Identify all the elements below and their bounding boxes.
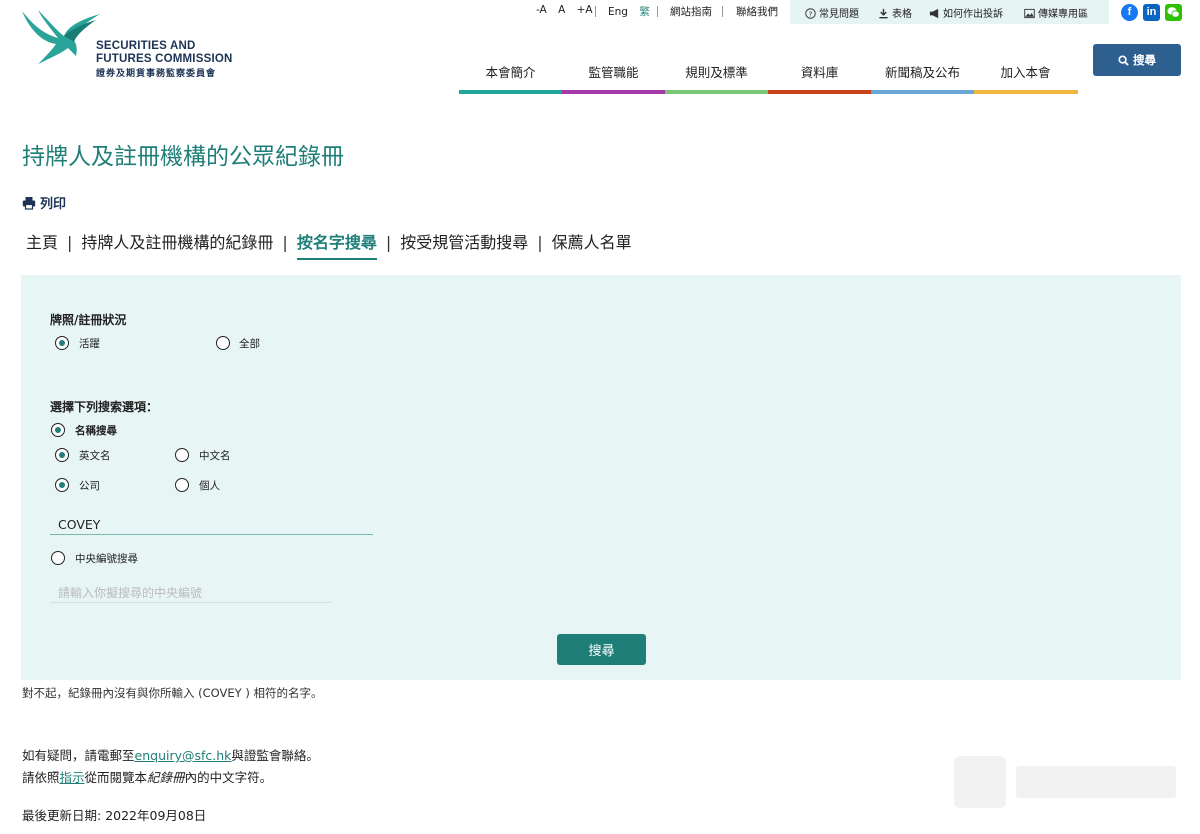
crumb-home[interactable]: 主頁	[26, 229, 58, 253]
nav-underline-regulatory	[562, 90, 666, 94]
wechat-bubbles	[1167, 7, 1180, 18]
sitemap-link[interactable]: 網站指南	[670, 4, 712, 20]
search-options-label: 選擇下列搜索選項：	[50, 400, 159, 414]
name-search-input[interactable]	[50, 515, 373, 535]
status-active-label[interactable]: 活躍	[79, 336, 100, 351]
english-name-radio[interactable]	[55, 448, 69, 462]
status-active-radio[interactable]	[55, 336, 69, 350]
no-result-message: 對不起，紀錄冊內沒有與你所輸入 (COVEY ) 相符的名字。	[22, 686, 323, 700]
nav-underline-news	[871, 90, 975, 94]
crumb-search-by-activity[interactable]: 按受規管活動搜尋	[400, 229, 528, 253]
status-all-label[interactable]: 全部	[239, 336, 260, 351]
name-search-label[interactable]: 名稱搜尋	[75, 423, 117, 438]
nav-news-announcements[interactable]: 新聞稿及公布	[871, 62, 974, 81]
contact-us-link[interactable]: 聯絡我們	[736, 4, 778, 20]
status-all-radio[interactable]	[216, 336, 230, 350]
linkedin-icon[interactable]: in	[1143, 4, 1160, 21]
english-name-label[interactable]: 英文名	[79, 448, 111, 463]
nav-underline-join	[974, 90, 1078, 94]
facebook-icon[interactable]: f	[1121, 4, 1138, 21]
guide-line: 請依照指示從而閱覽本紀錄冊內的中文字符。	[22, 770, 273, 785]
corporation-label[interactable]: 公司	[79, 478, 100, 493]
nav-databases[interactable]: 資料庫	[768, 62, 871, 81]
crumb-sponsors-list[interactable]: 保薦人名單	[552, 229, 632, 253]
watermark-logo-icon	[954, 756, 1176, 808]
contact-line: 如有疑問，請電郵至enquiry@sfc.hk與證監會聯絡。	[22, 748, 319, 763]
name-search-radio[interactable]	[51, 423, 65, 437]
image-icon	[1024, 8, 1035, 19]
individual-radio[interactable]	[175, 478, 189, 492]
language-switcher: Eng 繁	[608, 4, 650, 20]
nav-join-us[interactable]: 加入本會	[974, 62, 1077, 81]
nav-underline-databases	[768, 90, 872, 94]
page-title: 持牌人及註冊機構的公眾紀錄冊	[22, 144, 344, 170]
sfc-logo[interactable]: SECURITIES AND FUTURES COMMISSION 證券及期貨事…	[20, 8, 250, 82]
eagle-logo-icon	[22, 10, 100, 64]
question-icon: ?	[805, 8, 816, 19]
nav-underline-about	[459, 90, 563, 94]
complaints-link[interactable]: 如何作出投訴	[929, 5, 1003, 20]
chinese-name-radio[interactable]	[175, 448, 189, 462]
logo-line-1: SECURITIES AND	[96, 40, 196, 52]
media-link[interactable]: 傳媒專用區	[1024, 5, 1088, 20]
last-updated: 最後更新日期: 2022年09月08日	[22, 808, 207, 823]
divider	[722, 6, 723, 17]
ce-number-search-label[interactable]: 中央編號搜尋	[75, 551, 138, 566]
faq-link[interactable]: ? 常見問題	[805, 5, 859, 20]
logo-line-3: 證券及期貨事務監察委員會	[96, 69, 217, 79]
corporation-radio[interactable]	[55, 478, 69, 492]
print-button[interactable]: 列印	[22, 193, 66, 212]
chinese-name-label[interactable]: 中文名	[199, 448, 231, 463]
font-increase-button[interactable]: +A	[577, 4, 593, 16]
divider	[657, 6, 658, 17]
status-label: 牌照/註冊狀況	[50, 313, 127, 327]
ce-number-search-radio[interactable]	[51, 551, 65, 565]
font-reset-button[interactable]: A	[558, 4, 565, 16]
megaphone-icon	[929, 8, 939, 19]
search-icon	[1118, 54, 1129, 66]
lang-traditional-link[interactable]: 繁	[639, 4, 650, 19]
download-icon	[879, 8, 888, 19]
printer-icon	[22, 196, 36, 210]
instructions-link[interactable]: 指示	[60, 770, 85, 785]
forms-link[interactable]: 表格	[878, 5, 912, 20]
crumb-register[interactable]: 持牌人及註冊機構的紀錄冊	[81, 229, 273, 253]
last-updated-date: 2022年09月08日	[105, 808, 207, 823]
logo-line-2: FUTURES COMMISSION	[96, 53, 233, 65]
font-decrease-button[interactable]: -A	[536, 4, 547, 16]
enquiry-email-link[interactable]: enquiry@sfc.hk	[135, 748, 232, 763]
crumb-search-by-name[interactable]: 按名字搜尋	[296, 229, 377, 260]
nav-underline-rules	[665, 90, 769, 94]
nav-rules-standards[interactable]: 規則及標準	[665, 62, 768, 81]
divider	[595, 6, 596, 17]
ce-number-input[interactable]	[50, 584, 332, 603]
site-search-button[interactable]: 搜尋	[1093, 44, 1181, 76]
font-size-controls: -A A +A	[536, 4, 593, 20]
wechat-icon[interactable]	[1165, 4, 1182, 21]
utility-bar: ? 常見問題 表格 如何作出投訴 傳媒專用區	[790, 0, 1109, 24]
search-panel	[21, 275, 1181, 680]
submit-search-button[interactable]: 搜尋	[557, 634, 646, 665]
individual-label[interactable]: 個人	[199, 478, 220, 493]
svg-text:?: ?	[809, 9, 813, 18]
nav-about-us[interactable]: 本會簡介	[459, 62, 562, 81]
nav-regulatory-functions[interactable]: 監管職能	[562, 62, 665, 81]
breadcrumb: 主頁 | 持牌人及註冊機構的紀錄冊 | 按名字搜尋 | 按受規管活動搜尋 | 保薦人名單	[26, 229, 632, 260]
lang-english-link[interactable]: Eng	[608, 6, 628, 18]
